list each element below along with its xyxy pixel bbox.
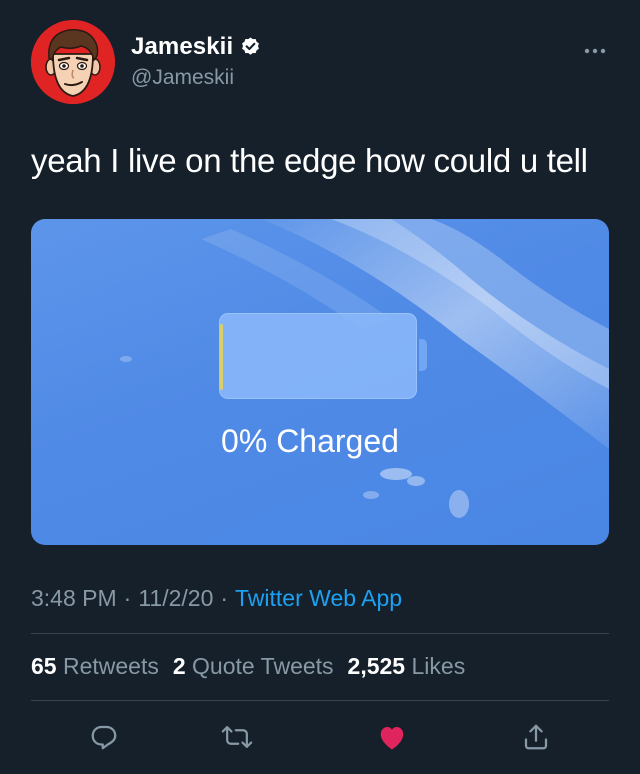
verified-badge-icon: [242, 36, 260, 55]
divider: [31, 700, 609, 701]
avatar[interactable]: [31, 20, 115, 104]
retweets-label: Retweets: [62, 653, 159, 679]
tweet-source-link[interactable]: Twitter Web App: [235, 585, 402, 612]
tweet-date[interactable]: 11/2/20: [138, 585, 213, 612]
share-icon: [524, 724, 548, 750]
battery-level-fill: [220, 324, 223, 390]
battery-icon: [219, 313, 417, 399]
tweet-stats: 65 Retweets 2 Quote Tweets 2,525 Likes: [31, 653, 465, 680]
quote-tweets-label: Quote Tweets: [192, 653, 334, 679]
author-name-row[interactable]: Jameskii: [131, 33, 262, 61]
likes-count: 2,525: [347, 653, 406, 679]
charge-status-label: 0% Charged: [221, 423, 399, 459]
likes-stat[interactable]: 2,525 Likes: [348, 653, 466, 680]
reply-button[interactable]: [84, 717, 124, 757]
like-button[interactable]: [372, 717, 412, 757]
author-display-name[interactable]: Jameskii: [131, 33, 233, 61]
heart-filled-icon: [380, 727, 404, 750]
retweets-stat[interactable]: 65 Retweets: [31, 653, 159, 680]
reply-icon: [91, 725, 117, 750]
more-options-icon[interactable]: [584, 38, 606, 58]
tweet-time[interactable]: 3:48 PM: [31, 585, 117, 612]
tweet-media-image[interactable]: 0% Charged: [31, 219, 609, 545]
author-handle[interactable]: @Jameskii: [131, 66, 234, 90]
battery-cap: [419, 339, 427, 371]
meta-separator: ·: [123, 585, 132, 611]
retweets-count: 65: [31, 653, 57, 679]
share-button[interactable]: [516, 717, 556, 757]
divider: [31, 633, 609, 634]
quote-tweets-stat[interactable]: 2 Quote Tweets: [173, 653, 334, 680]
meta-separator: ·: [220, 585, 229, 611]
likes-label: Likes: [411, 653, 466, 679]
tweet-card: Jameskii @Jameskii yeah I live on the ed…: [0, 0, 640, 774]
retweet-icon: [221, 726, 253, 748]
tweet-actions-bar: [0, 717, 640, 757]
tweet-meta: 3:48 PM · 11/2/20 · Twitter Web App: [31, 585, 402, 612]
retweet-button[interactable]: [217, 717, 257, 757]
tweet-text: yeah I live on the edge how could u tell: [31, 142, 588, 179]
quote-tweets-count: 2: [172, 653, 186, 679]
